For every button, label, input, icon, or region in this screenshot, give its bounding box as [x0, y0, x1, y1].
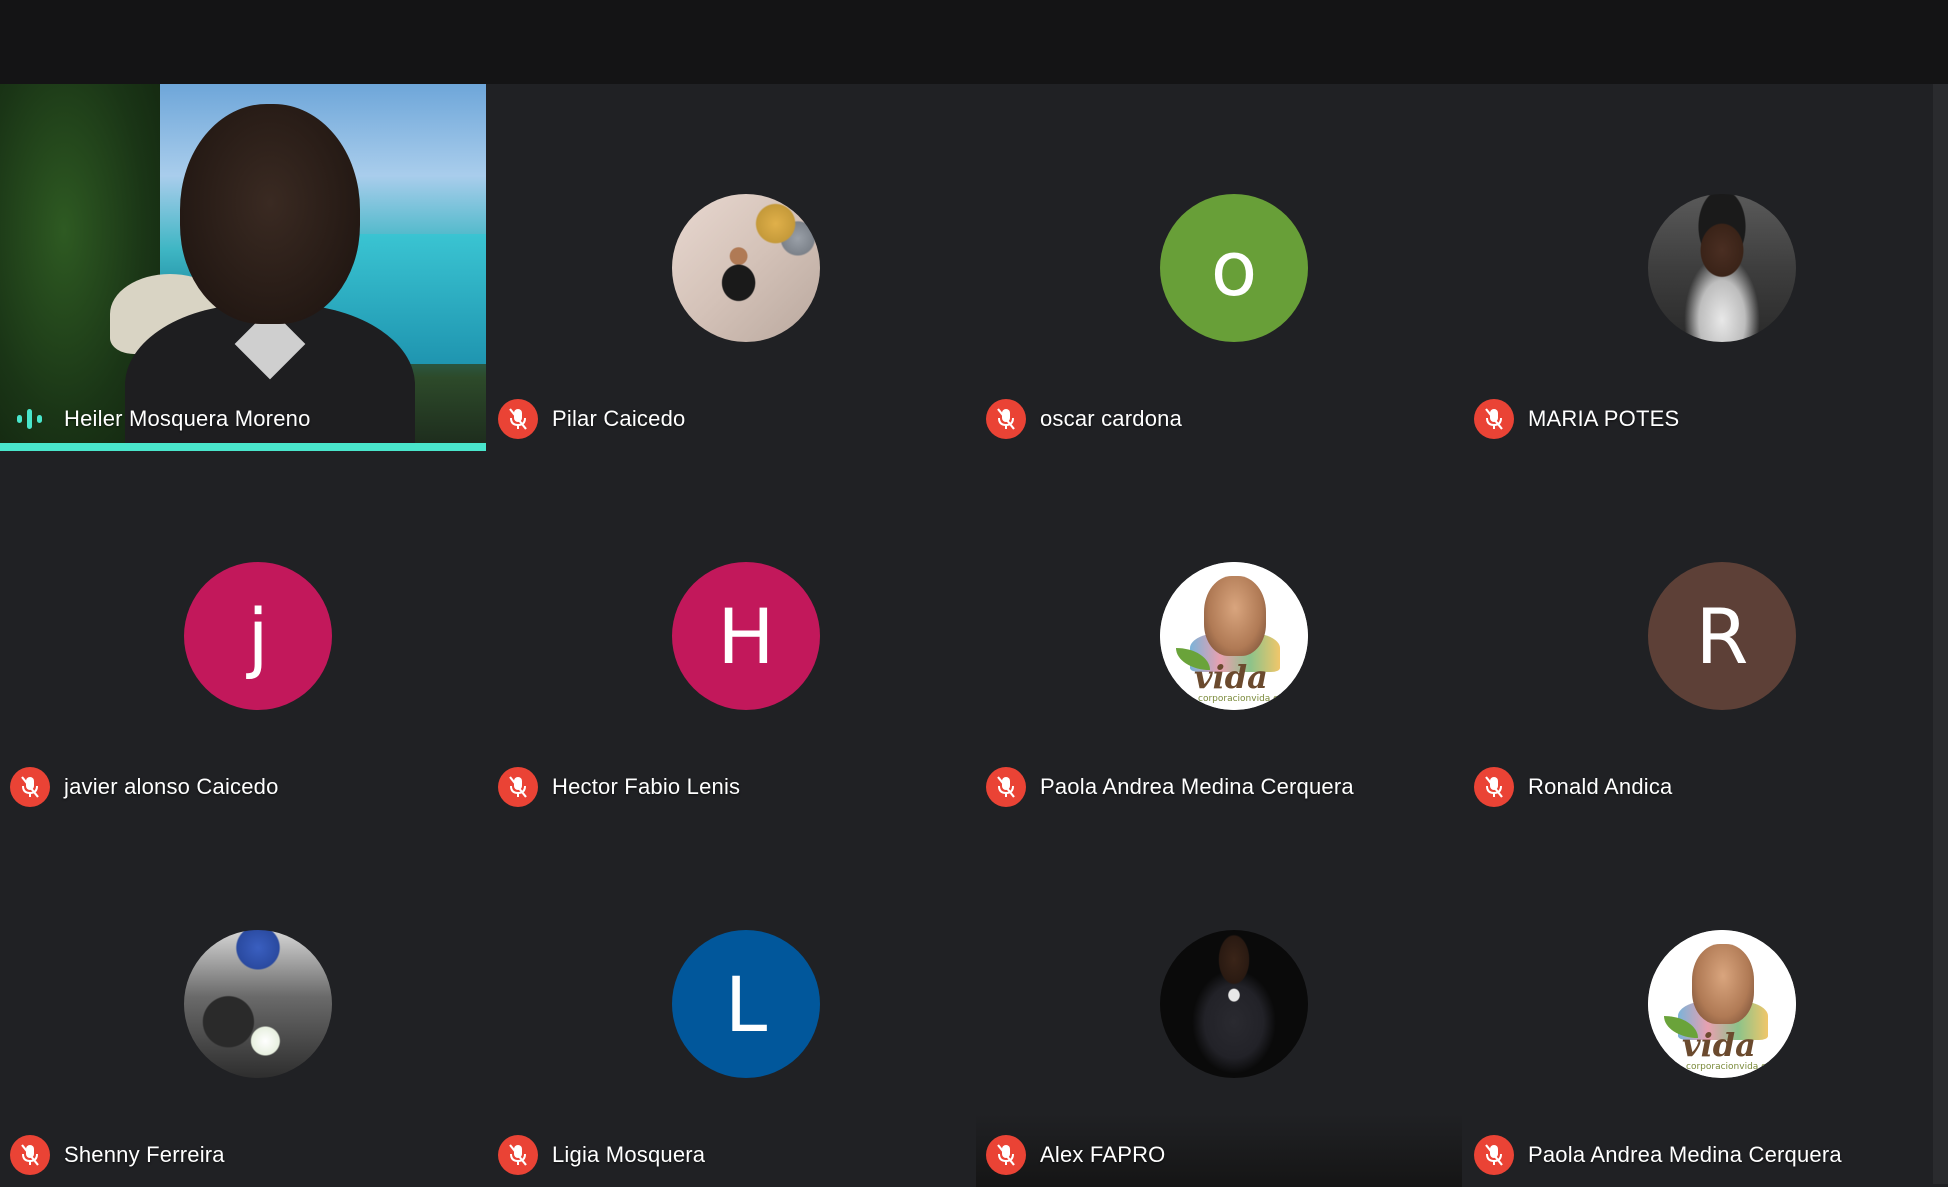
mic-off-icon — [986, 767, 1026, 807]
participant-grid: Heiler Mosquera Moreno Pilar Caicedo o o… — [0, 84, 1948, 1187]
avatar-initial: H — [717, 591, 775, 681]
participant-name: Ronald Andica — [1528, 774, 1673, 799]
participant-tile[interactable]: Pilar Caicedo — [488, 84, 974, 451]
vida-logo: vida corporacionvida.org — [1648, 930, 1796, 1078]
avatar — [1160, 930, 1308, 1078]
avatar — [672, 194, 820, 342]
mic-off-icon — [1474, 1135, 1514, 1175]
participant-name: Paola Andrea Medina Cerquera — [1040, 774, 1354, 799]
participant-name: Paola Andrea Medina Cerquera — [1528, 1142, 1842, 1167]
mic-off-icon — [498, 399, 538, 439]
avatar — [184, 930, 332, 1078]
participant-tile[interactable]: vida corporacionvida.org Paola Andrea Me… — [976, 452, 1462, 819]
participant-tile[interactable]: R Ronald Andica — [1464, 452, 1948, 819]
avatar: R — [1648, 562, 1796, 710]
participant-video — [125, 104, 415, 451]
participant-name: Pilar Caicedo — [552, 406, 686, 431]
participant-nameplate: Shenny Ferreira — [10, 1134, 225, 1176]
participant-tile[interactable]: vida corporacionvida.org Paola Andrea Me… — [1464, 820, 1948, 1187]
mic-off-icon — [498, 767, 538, 807]
mic-off-icon — [10, 767, 50, 807]
mic-off-icon — [1474, 767, 1514, 807]
avatar-initial: L — [724, 959, 768, 1049]
participant-name: Heiler Mosquera Moreno — [64, 406, 311, 431]
avatar-initial: j — [247, 591, 269, 681]
participant-nameplate: Ligia Mosquera — [498, 1134, 705, 1176]
participant-tile[interactable]: Alex FAPRO — [976, 820, 1462, 1187]
participant-name: oscar cardona — [1040, 406, 1183, 431]
participant-nameplate: Ronald Andica — [1474, 766, 1672, 808]
participant-nameplate: Pilar Caicedo — [498, 398, 685, 440]
avatar-initial: R — [1695, 591, 1749, 681]
participant-nameplate: Heiler Mosquera Moreno — [10, 398, 311, 440]
participant-name: MARIA POTES — [1528, 406, 1680, 431]
participant-nameplate: oscar cardona — [986, 398, 1182, 440]
avatar: o — [1160, 194, 1308, 342]
avatar — [1648, 194, 1796, 342]
participant-tile[interactable]: MARIA POTES — [1464, 84, 1948, 451]
participant-nameplate: Hector Fabio Lenis — [498, 766, 740, 808]
participant-tile[interactable]: o oscar cardona — [976, 84, 1462, 451]
participant-tile[interactable]: Shenny Ferreira — [0, 820, 486, 1187]
participant-tile[interactable]: L Ligia Mosquera — [488, 820, 974, 1187]
vida-logo: vida corporacionvida.org — [1160, 562, 1308, 710]
mic-off-icon — [986, 399, 1026, 439]
avatar: j — [184, 562, 332, 710]
participant-nameplate: javier alonso Caicedo — [10, 766, 279, 808]
participant-name: Alex FAPRO — [1040, 1142, 1166, 1167]
top-bar — [0, 0, 1948, 84]
avatar-initial: o — [1210, 223, 1258, 313]
avatar: vida corporacionvida.org — [1160, 562, 1308, 710]
participant-tile[interactable]: Heiler Mosquera Moreno — [0, 84, 486, 451]
mic-off-icon — [986, 1135, 1026, 1175]
participant-nameplate: Paola Andrea Medina Cerquera — [986, 766, 1354, 808]
avatar: H — [672, 562, 820, 710]
speaking-indicator-icon — [10, 399, 50, 439]
participant-name: Hector Fabio Lenis — [552, 774, 741, 799]
participant-nameplate: Alex FAPRO — [986, 1134, 1165, 1176]
mic-off-icon — [1474, 399, 1514, 439]
mic-off-icon — [498, 1135, 538, 1175]
participant-tile[interactable]: H Hector Fabio Lenis — [488, 452, 974, 819]
participant-nameplate: Paola Andrea Medina Cerquera — [1474, 1134, 1842, 1176]
speaking-highlight — [0, 443, 486, 451]
participant-name: javier alonso Caicedo — [64, 774, 279, 799]
participant-name: Ligia Mosquera — [552, 1142, 706, 1167]
participant-tile[interactable]: j javier alonso Caicedo — [0, 452, 486, 819]
participant-name: Shenny Ferreira — [64, 1142, 225, 1167]
avatar: L — [672, 930, 820, 1078]
avatar: vida corporacionvida.org — [1648, 930, 1796, 1078]
participant-nameplate: MARIA POTES — [1474, 398, 1679, 440]
mic-off-icon — [10, 1135, 50, 1175]
scrollbar[interactable] — [1933, 84, 1948, 1184]
